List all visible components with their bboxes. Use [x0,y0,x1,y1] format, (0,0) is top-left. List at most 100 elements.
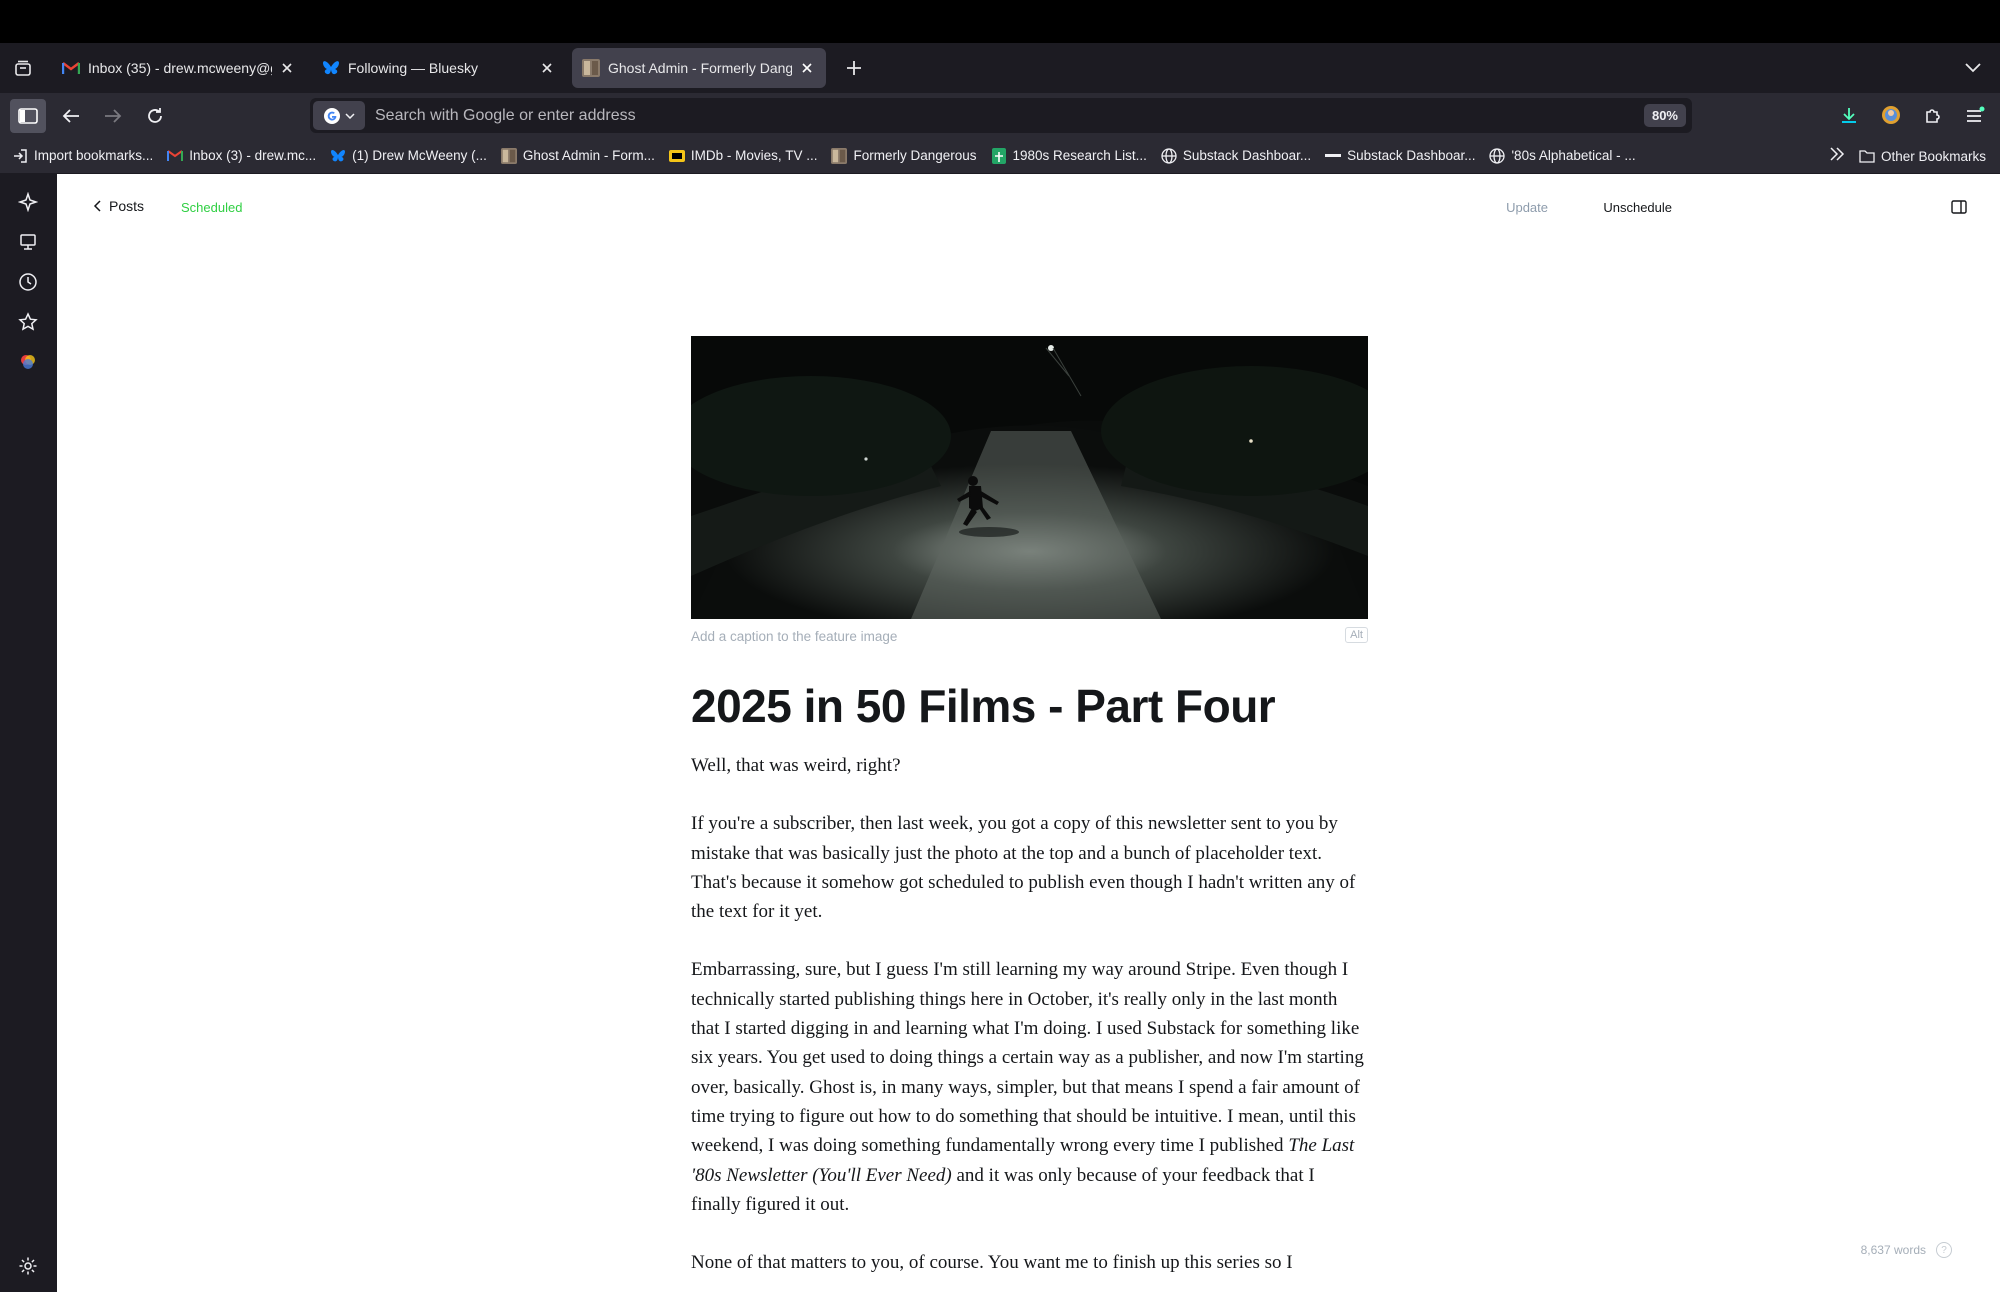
history-button[interactable] [12,266,44,298]
bookmark-label: Import bookmarks... [34,148,154,163]
gmail-icon [167,148,184,164]
customize-sidebar-button[interactable] [12,1250,44,1282]
clock-icon [19,273,37,291]
sidebar-toggle-button[interactable] [10,98,46,133]
feature-image-caption-input[interactable]: Add a caption to the feature image [691,629,897,644]
tab-gmail[interactable]: Inbox (35) - drew.mcweeny@gm [52,48,306,88]
other-bookmarks-folder[interactable]: Other Bookmarks [1859,148,1986,164]
close-tab-icon[interactable] [798,59,816,77]
bookmark-formerly-dangerous[interactable]: Formerly Dangerous [831,147,977,164]
bookmark-label: IMDb - Movies, TV ... [690,148,818,163]
account-button[interactable] [1874,98,1908,132]
bookmark-label: Other Bookmarks [1880,148,1986,164]
update-button[interactable]: Update [1506,200,1548,215]
chevron-left-icon [93,200,101,212]
gear-icon [19,1257,37,1275]
toolbar-right-group [1832,98,1992,132]
bookmarks-overflow-group: Other Bookmarks [1829,138,1986,174]
bookmark-ghost-admin[interactable]: Ghost Admin - Form... [500,147,655,164]
word-count: 8,637 words ? [1861,1242,1952,1258]
arrow-left-icon [62,108,79,123]
alt-text-button[interactable]: Alt [1345,627,1368,643]
folder-icon [1859,148,1875,164]
downloads-button[interactable] [1832,98,1866,132]
gmail-icon [62,59,80,77]
bookmark-label: '80s Alphabetical - ... [1511,148,1636,163]
post-settings-toggle[interactable] [1948,196,1970,218]
bookmark-substack-dashboard-1[interactable]: Substack Dashboar... [1161,147,1311,164]
feature-image[interactable] [691,336,1368,619]
app-menu-button[interactable] [1958,98,1992,132]
post-title[interactable]: 2025 in 50 Films - Part Four [691,679,1368,733]
new-tab-button[interactable] [836,50,872,86]
collections-icon [15,60,31,76]
paragraph: Embarrassing, sure, but I guess I'm stil… [691,955,1368,1219]
address-bar[interactable]: Search with Google or enter address 80% [310,98,1692,133]
post-status-badge: Scheduled [181,200,243,215]
caption-row: Add a caption to the feature image Alt [691,619,1368,653]
chevron-down-icon [345,112,355,119]
bookmark-label: Inbox (3) - drew.mc... [189,148,317,163]
bookmark-bluesky[interactable]: (1) Drew McWeeny (... [330,148,487,164]
help-icon[interactable]: ? [1936,1242,1952,1258]
list-all-tabs-button[interactable] [1960,55,1986,81]
download-icon [1842,108,1856,123]
dash-icon [1325,148,1342,164]
sidebar-panel-icon [1951,200,1967,214]
url-input[interactable]: Search with Google or enter address [375,107,1644,125]
synced-tabs-icon [20,234,36,250]
bookmark-label: (1) Drew McWeeny (... [352,148,487,163]
extensions-button[interactable] [1916,98,1950,132]
arrow-right-icon [105,108,122,123]
back-to-posts-link[interactable]: Posts [93,198,144,214]
import-icon [12,148,28,164]
globe-icon [1489,147,1506,164]
bookmark-imdb[interactable]: IMDb - Movies, TV ... [668,148,818,164]
synced-tabs-button[interactable] [12,226,44,258]
bookmark-label: 1980s Research List... [1012,148,1147,163]
bookmarks-toolbar: Import bookmarks... Inbox (3) - drew.mc.… [0,138,2000,174]
ghost-site-icon [500,147,517,164]
editor-header: Posts Scheduled Update Unschedule [57,174,2000,246]
tab-ghost-admin[interactable]: Ghost Admin - Formerly Danger [572,48,826,88]
tab-bluesky[interactable]: Following — Bluesky [312,48,566,88]
close-tab-icon[interactable] [538,59,556,77]
bluesky-icon [330,148,346,164]
google-icon [324,107,340,124]
hamburger-menu-icon [1967,106,1985,122]
reload-button[interactable] [138,99,172,133]
ai-chatbot-button[interactable] [12,186,44,218]
post-body[interactable]: Well, that was weird, right? If you're a… [691,751,1368,1277]
tab-groups-button[interactable] [0,43,46,93]
puzzle-icon [1926,109,1940,123]
reload-icon [148,107,162,123]
search-engine-button[interactable] [313,101,365,130]
bookmark-1980s-research[interactable]: 1980s Research List... [991,147,1147,164]
extension-button[interactable] [12,346,44,378]
more-bookmarks-chevron-icon[interactable] [1829,146,1845,166]
star-icon [18,312,38,331]
tab-title: Following — Bluesky [348,60,478,76]
tab-title: Ghost Admin - Formerly Danger [608,60,792,76]
zoom-level-badge[interactable]: 80% [1643,104,1686,127]
bookmark-label: Ghost Admin - Form... [522,148,655,163]
browser-sidebar [0,174,57,1292]
forward-button[interactable] [96,99,130,133]
paragraph: Well, that was weird, right? [691,755,901,776]
back-button[interactable] [54,99,88,133]
bookmark-import[interactable]: Import bookmarks... [12,148,153,164]
bookmark-80s-alphabetical[interactable]: '80s Alphabetical - ... [1489,147,1636,164]
bookmark-gmail[interactable]: Inbox (3) - drew.mc... [167,148,316,164]
ghost-site-icon [582,59,600,77]
close-tab-icon[interactable] [278,59,296,77]
colorful-extension-icon [21,355,35,369]
plus-icon [847,61,861,75]
paragraph-text: Embarrassing, sure, but I guess I'm stil… [691,959,1364,1157]
bookmarks-sidebar-button[interactable] [12,306,44,338]
sparkle-icon [18,192,38,212]
account-avatar-icon [1882,106,1900,124]
ghost-site-icon [831,147,848,164]
paragraph: If you're a subscriber, then last week, … [691,813,1356,923]
bookmark-substack-dashboard-2[interactable]: Substack Dashboar... [1325,148,1475,164]
unschedule-button[interactable]: Unschedule [1603,200,1672,215]
